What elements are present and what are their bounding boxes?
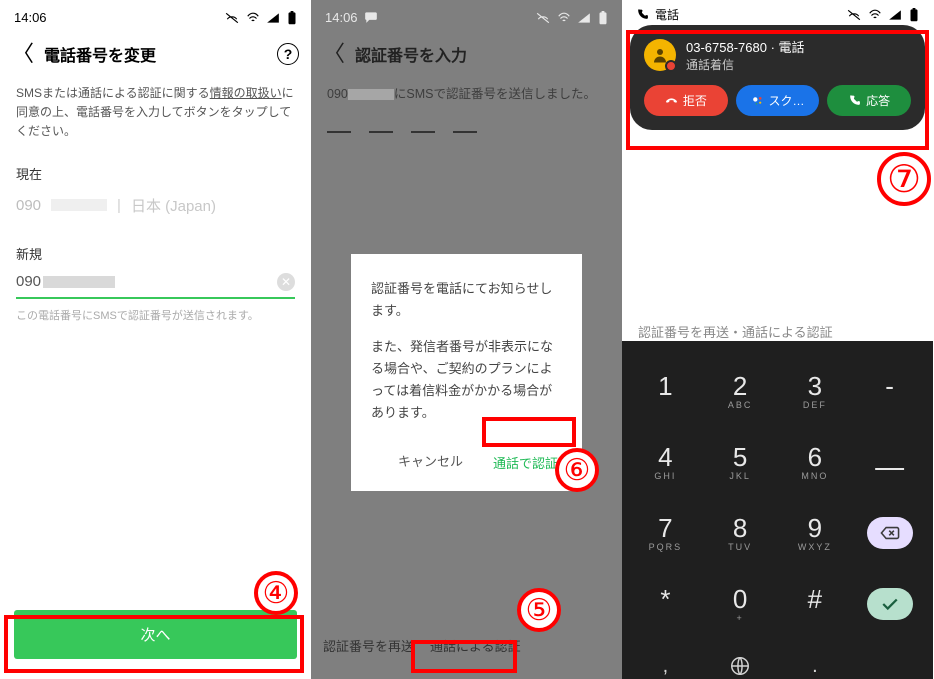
key-1[interactable]: 1 [628,355,703,426]
back-icon[interactable]: 〈 [323,43,345,65]
key-empty [852,639,927,679]
caller-number: 03-6758-7680 · 電話 [686,37,805,56]
key-star[interactable]: * [628,568,703,639]
status-bar: 14:06 [0,0,311,28]
resend-code-link[interactable]: 認証番号を再送 [311,628,426,663]
page-title: 認証番号を入力 [355,42,610,66]
status-icons [222,9,297,25]
decline-button[interactable]: 拒否 [644,85,728,116]
phone-icon [848,94,861,107]
key-7[interactable]: 7PQRS [628,497,703,568]
sent-message: 090にSMSで認証番号を送信しました。 [311,84,622,105]
key-4[interactable]: 4GHI [628,426,703,497]
key-0[interactable]: 0+ [703,568,778,639]
dialog-text-1: 認証番号を電話にてお知らせします。 [371,278,562,322]
status-bar: 14:06 [311,0,622,28]
key-comma[interactable]: , [628,639,703,679]
current-label: 現在 [16,164,295,183]
annotation-5: ⑤ [517,588,561,632]
key-done[interactable] [852,568,927,639]
dialog-cancel-button[interactable]: キャンセル [398,451,463,477]
screen-call-button[interactable]: スク… [736,85,820,116]
backspace-icon [880,526,900,540]
status-time: 14:06 [325,10,358,25]
assistant-icon [751,94,764,107]
privacy-link[interactable]: 情報の取扱い [210,86,282,100]
annotation-4: ④ [254,571,298,615]
clear-icon[interactable]: ✕ [277,273,295,291]
key-hash[interactable]: # [778,568,853,639]
redacted [348,89,394,100]
key-8[interactable]: 8TUV [703,497,778,568]
key-dash[interactable]: - [852,355,927,426]
dialog-ok-button[interactable]: 通話で認証 [489,451,562,477]
redacted [51,199,107,211]
code-input[interactable] [311,105,622,133]
status-icons [533,9,608,25]
app-label: 電話 [655,6,679,23]
key-2[interactable]: 2ABC [703,355,778,426]
hangup-icon [665,94,678,107]
back-icon[interactable]: 〈 [12,43,34,65]
status-icons [844,7,919,23]
new-phone-input[interactable]: 090 ✕ [16,269,295,299]
page-title: 電話番号を変更 [44,42,267,66]
current-phone: 090 | 日本 (Japan) [16,189,295,222]
new-label: 新規 [16,244,295,263]
incoming-label: 通話着信 [686,56,805,73]
dialog-text-2: また、発信者番号が非表示になる場合や、ご契約のプランによっては着信料金がかかる場… [371,336,562,424]
phone-icon [636,8,649,21]
key-6[interactable]: 6MNO [778,426,853,497]
key-lang[interactable] [703,639,778,679]
bottom-links: 認証番号を再送 通話による認証 [311,628,622,663]
key-5[interactable]: 5JKL [703,426,778,497]
key-3[interactable]: 3DEF [778,355,853,426]
consent-text: SMSまたは通話による認証に関する情報の取扱いに同意の上、電話番号を入力してボタ… [16,84,295,142]
screen-enter-code: 14:06 〈 認証番号を入力 090にSMSで認証番号を送信しました。 認証番… [311,0,622,679]
screen-change-phone: 14:06 〈 電話番号を変更 ? SMSまたは通話による認証に関する情報の取扱… [0,0,311,679]
status-time: 14:06 [14,10,47,25]
numeric-keypad: 1 2ABC 3DEF - 4GHI 5JKL 6MNO 7PQRS 8TUV … [622,341,933,679]
status-bar: 電話 [622,0,933,23]
annotation-7: ⑦ [877,152,931,206]
check-icon [881,597,899,611]
key-backspace[interactable] [852,497,927,568]
chat-icon [364,11,378,23]
redacted [43,276,115,288]
caller-avatar [644,39,676,71]
resend-auth-text: 認証番号を再送・通話による認証 [622,278,933,341]
header: 〈 電話番号を変更 ? [0,28,311,84]
sms-note: この電話番号にSMSで認証番号が送信されます。 [16,307,295,323]
header: 〈 認証番号を入力 [311,28,622,84]
globe-icon [729,655,751,677]
key-9[interactable]: 9WXYZ [778,497,853,568]
next-button[interactable]: 次へ [14,610,297,659]
screen-incoming-call: 電話 03-6758-7680 · 電話 通話着信 [622,0,933,679]
call-auth-dialog: 認証番号を電話にてお知らせします。 また、発信者番号が非表示になる場合や、ご契約… [351,254,582,491]
call-auth-link[interactable]: 通話による認証 [426,628,533,663]
help-icon[interactable]: ? [277,43,299,65]
key-dot[interactable]: . [778,639,853,679]
answer-button[interactable]: 応答 [827,85,911,116]
incoming-call-card: 03-6758-7680 · 電話 通話着信 拒否 スク… [630,25,925,130]
key-space[interactable] [852,426,927,497]
